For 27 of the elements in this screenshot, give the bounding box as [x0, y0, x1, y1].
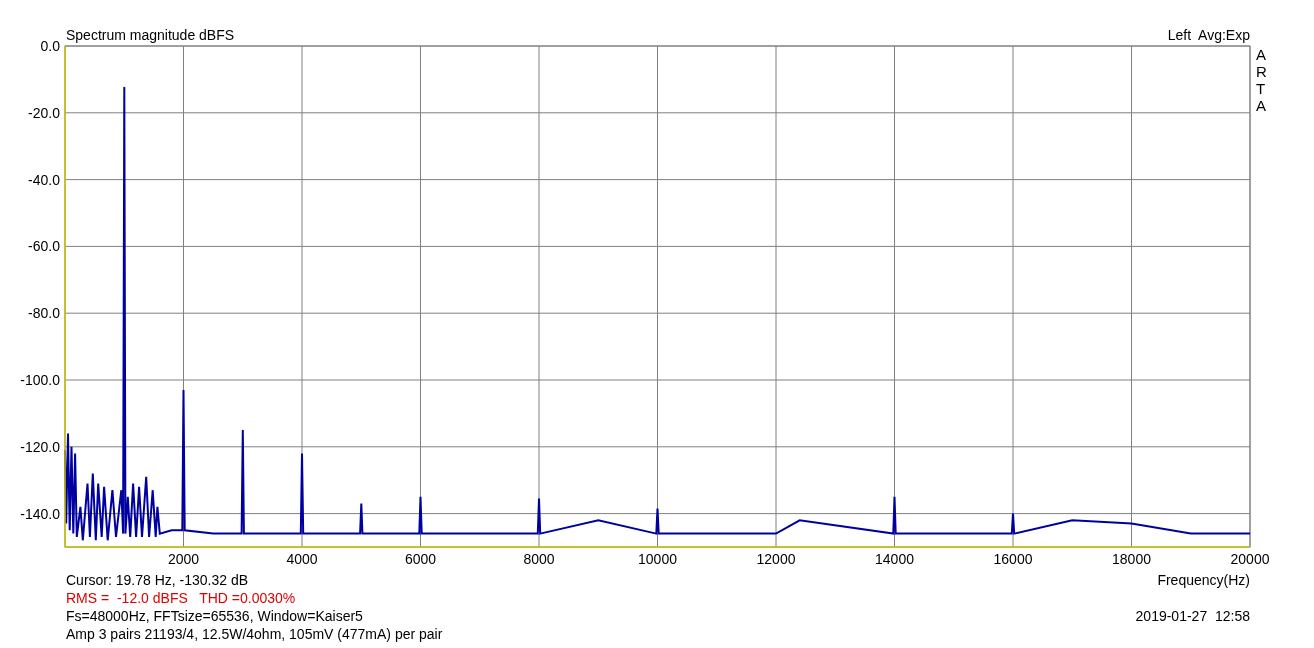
x-tick-label: 10000 — [638, 551, 677, 567]
x-tick-label: 4000 — [286, 551, 318, 567]
y-tick-label: -60.0 — [28, 238, 60, 255]
x-tick-label: 18000 — [1112, 551, 1151, 567]
cursor-readout: Cursor: 19.78 Hz, -130.32 dB — [66, 571, 249, 589]
note-text: Amp 3 pairs 21193/4, 12.5W/4ohm, 105mV (477mA) per pair — [66, 625, 443, 643]
y-tick-label: -20.0 — [28, 104, 60, 121]
y-tick-label: -100.0 — [20, 372, 60, 388]
measurement-readout: RMS = -12.0 dBFS THD =0.0030% — [66, 589, 296, 607]
x-axis-title: Frequency(Hz) — [1157, 571, 1250, 589]
timestamp: 2019-01-27 12:58 — [1135, 607, 1250, 625]
x-tick-label: 8000 — [523, 551, 555, 567]
logo-text: ARTA — [1256, 46, 1267, 114]
x-tick-label: 16000 — [993, 551, 1033, 567]
x-tick-label: 12000 — [756, 551, 796, 567]
x-tick-label: 20000 — [1230, 551, 1270, 567]
x-tick-label: 6000 — [404, 551, 437, 567]
y-tick-label: -120.0 — [20, 438, 60, 455]
settings-text: Fs=48000Hz, FFTsize=65536, Window=Kaiser5 — [66, 607, 363, 625]
chart-title: Spectrum magnitude dBFS — [66, 27, 235, 43]
y-tick-label: -40.0 — [28, 171, 60, 188]
y-tick-label: 0.0 — [40, 38, 60, 54]
y-tick-label: -140.0 — [20, 505, 60, 522]
channel-label: Left Avg:Exp — [1167, 27, 1250, 43]
x-tick-label: 2000 — [167, 551, 200, 567]
x-tick-label: 14000 — [875, 551, 914, 567]
y-tick-label: -80.0 — [28, 305, 60, 322]
